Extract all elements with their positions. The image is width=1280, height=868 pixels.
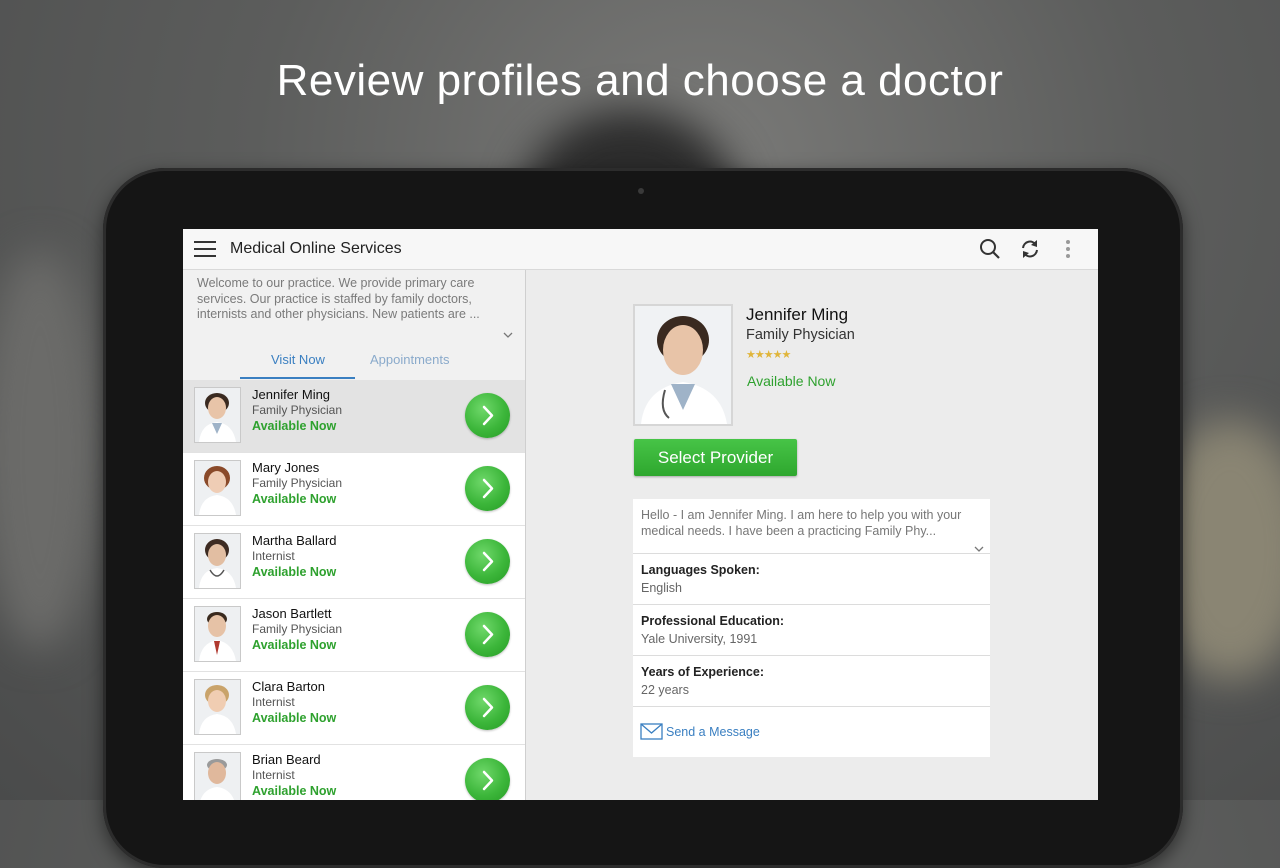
provider-name: Jason Bartlett bbox=[252, 606, 332, 621]
app-screen: Medical Online Services Welcome to our p… bbox=[183, 229, 1098, 800]
envelope-icon bbox=[640, 723, 663, 740]
background-blur bbox=[0, 250, 100, 650]
select-provider-button[interactable]: Select Provider bbox=[634, 439, 797, 476]
education-section: Professional Education: Yale University,… bbox=[633, 605, 990, 656]
provider-specialty: Family Physician bbox=[252, 403, 343, 417]
expand-welcome-icon[interactable] bbox=[503, 326, 513, 338]
tab-appointments[interactable]: Appointments bbox=[370, 352, 450, 367]
provider-specialty: Family Physician bbox=[252, 622, 343, 636]
overflow-menu-icon[interactable] bbox=[1063, 237, 1073, 261]
provider-specialty: Internist bbox=[252, 768, 295, 782]
provider-name: Jennifer Ming bbox=[252, 387, 331, 402]
provider-row-clara-barton[interactable]: Clara Barton Internist Available Now bbox=[183, 672, 525, 745]
app-title: Medical Online Services bbox=[230, 240, 402, 257]
provider-name: Clara Barton bbox=[252, 679, 325, 694]
open-provider-button[interactable] bbox=[465, 466, 510, 511]
bio-section: Hello - I am Jennifer Ming. I am here to… bbox=[633, 499, 990, 554]
provider-name: Brian Beard bbox=[252, 752, 321, 767]
provider-detail-name: Jennifer Ming bbox=[746, 305, 849, 324]
provider-detail-panel: Jennifer Ming Family Physician ★★★★★ Ava… bbox=[526, 270, 1098, 800]
provider-status: Available Now bbox=[252, 419, 337, 433]
provider-detail-photo bbox=[633, 304, 733, 426]
provider-info-card: Hello - I am Jennifer Ming. I am here to… bbox=[633, 499, 990, 757]
provider-row-jason-bartlett[interactable]: Jason Bartlett Family Physician Availabl… bbox=[183, 599, 525, 672]
menu-icon[interactable] bbox=[194, 241, 216, 257]
provider-photo bbox=[194, 533, 241, 589]
languages-label: Languages Spoken: bbox=[641, 563, 760, 577]
provider-list: Jennifer Ming Family Physician Available… bbox=[183, 380, 525, 800]
provider-photo bbox=[194, 679, 241, 735]
provider-status: Available Now bbox=[252, 638, 337, 652]
welcome-text: Welcome to our practice. We provide prim… bbox=[197, 276, 480, 321]
provider-status: Available Now bbox=[252, 492, 337, 506]
experience-section: Years of Experience: 22 years bbox=[633, 656, 990, 707]
send-message-label: Send a Message bbox=[666, 725, 760, 739]
languages-section: Languages Spoken: English bbox=[633, 554, 990, 605]
provider-row-brian-beard[interactable]: Brian Beard Internist Available Now bbox=[183, 745, 525, 800]
tab-visit-now[interactable]: Visit Now bbox=[271, 352, 325, 367]
provider-status: Available Now bbox=[252, 565, 337, 579]
active-tab-indicator bbox=[240, 377, 355, 379]
search-icon[interactable] bbox=[978, 237, 1002, 261]
rating-stars: ★★★★★ bbox=[746, 349, 791, 361]
education-value: Yale University, 1991 bbox=[641, 632, 758, 646]
provider-row-jennifer-ming[interactable]: Jennifer Ming Family Physician Available… bbox=[183, 380, 525, 453]
expand-bio-icon[interactable] bbox=[974, 540, 984, 552]
languages-value: English bbox=[641, 581, 682, 595]
open-provider-button[interactable] bbox=[465, 685, 510, 730]
provider-detail-status: Available Now bbox=[747, 373, 836, 389]
provider-photo bbox=[194, 460, 241, 516]
experience-value: 22 years bbox=[641, 683, 689, 697]
app-bar: Medical Online Services bbox=[183, 229, 1098, 270]
send-message-link[interactable]: Send a Message bbox=[633, 707, 990, 757]
provider-name: Mary Jones bbox=[252, 460, 320, 475]
provider-list-panel: Welcome to our practice. We provide prim… bbox=[183, 270, 526, 800]
experience-label: Years of Experience: bbox=[641, 665, 764, 679]
provider-status: Available Now bbox=[252, 711, 337, 725]
provider-specialty: Internist bbox=[252, 549, 295, 563]
provider-row-martha-ballard[interactable]: Martha Ballard Internist Available Now bbox=[183, 526, 525, 599]
bio-text: Hello - I am Jennifer Ming. I am here to… bbox=[641, 508, 962, 538]
provider-row-mary-jones[interactable]: Mary Jones Family Physician Available No… bbox=[183, 453, 525, 526]
provider-status: Available Now bbox=[252, 784, 337, 798]
open-provider-button[interactable] bbox=[465, 539, 510, 584]
provider-name: Martha Ballard bbox=[252, 533, 337, 548]
camera-icon bbox=[638, 188, 644, 194]
open-provider-button[interactable] bbox=[465, 612, 510, 657]
education-label: Professional Education: bbox=[641, 614, 785, 628]
open-provider-button[interactable] bbox=[465, 393, 510, 438]
open-provider-button[interactable] bbox=[465, 758, 510, 800]
provider-specialty: Internist bbox=[252, 695, 295, 709]
tab-bar: Visit Now Appointments bbox=[183, 342, 525, 380]
provider-photo bbox=[194, 387, 241, 443]
provider-specialty: Family Physician bbox=[252, 476, 343, 490]
refresh-icon[interactable] bbox=[1018, 237, 1042, 261]
provider-detail-specialty: Family Physician bbox=[746, 327, 855, 343]
headline: Review profiles and choose a doctor bbox=[276, 56, 1004, 105]
provider-photo bbox=[194, 752, 241, 800]
provider-photo bbox=[194, 606, 241, 662]
